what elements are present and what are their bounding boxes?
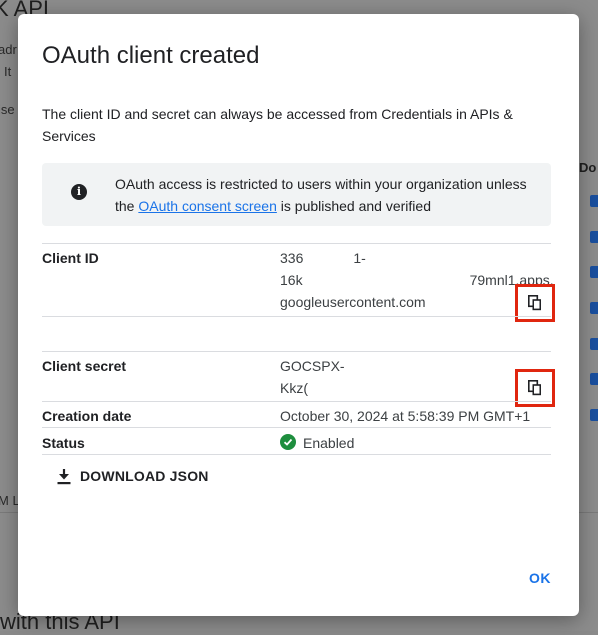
background-text: adr [0, 42, 17, 57]
divider [42, 401, 551, 402]
notice-text-after: is published and verified [276, 198, 431, 214]
background-icon [590, 266, 598, 278]
creation-date-value: October 30, 2024 at 5:58:39 PM GMT+1 [280, 408, 531, 424]
download-icon [57, 468, 71, 484]
divider [42, 454, 551, 455]
client-secret-value[interactable]: GOCSPX- Kkz( [280, 355, 345, 399]
background-text: M L [0, 493, 20, 508]
oauth-consent-screen-link[interactable]: OAuth consent screen [138, 198, 277, 214]
client-secret-part: GOCSPX- [280, 358, 345, 374]
client-id-part: 16k [280, 272, 303, 288]
check-circle-icon [280, 434, 296, 450]
background-icon [590, 409, 598, 421]
divider [42, 243, 551, 244]
notice-text: OAuth access is restricted to users with… [115, 173, 535, 217]
creation-date-label: Creation date [42, 408, 132, 424]
background-text: ise [0, 102, 15, 117]
dialog-intro-text: The client ID and secret can always be a… [42, 106, 513, 144]
background-icon [590, 302, 598, 314]
client-id-part: 1- [353, 250, 366, 266]
oauth-client-created-dialog: OAuth client created The client ID and s… [18, 14, 579, 616]
download-json-button[interactable]: DOWNLOAD JSON [56, 465, 209, 487]
client-secret-part: Kkz( [280, 380, 308, 396]
copy-icon [528, 380, 541, 396]
client-id-value[interactable]: 336 1- 16k 79mnl1.apps. googleusercontent.… [280, 247, 554, 313]
background-icon [590, 373, 598, 385]
client-id-part: 336 [280, 250, 304, 266]
download-json-label: DOWNLOAD JSON [80, 468, 209, 484]
status-value: Enabled [303, 435, 355, 451]
client-id-part: googleusercontent.com [280, 294, 426, 310]
dialog-title: OAuth client created [42, 42, 260, 69]
divider [42, 427, 551, 428]
info-icon: i [71, 184, 87, 200]
info-notice: i OAuth access is restricted to users wi… [42, 163, 551, 226]
client-secret-label: Client secret [42, 358, 127, 374]
background-column-header: Do [579, 160, 597, 175]
copy-icon [528, 295, 541, 311]
divider [42, 316, 551, 317]
divider [42, 351, 551, 352]
background-icon [590, 231, 598, 243]
status-label: Status [42, 435, 85, 451]
background-icon [590, 338, 598, 350]
background-icon [590, 195, 598, 207]
background-text: It [4, 64, 12, 79]
ok-button[interactable]: OK [529, 570, 551, 586]
client-id-label: Client ID [42, 250, 99, 266]
